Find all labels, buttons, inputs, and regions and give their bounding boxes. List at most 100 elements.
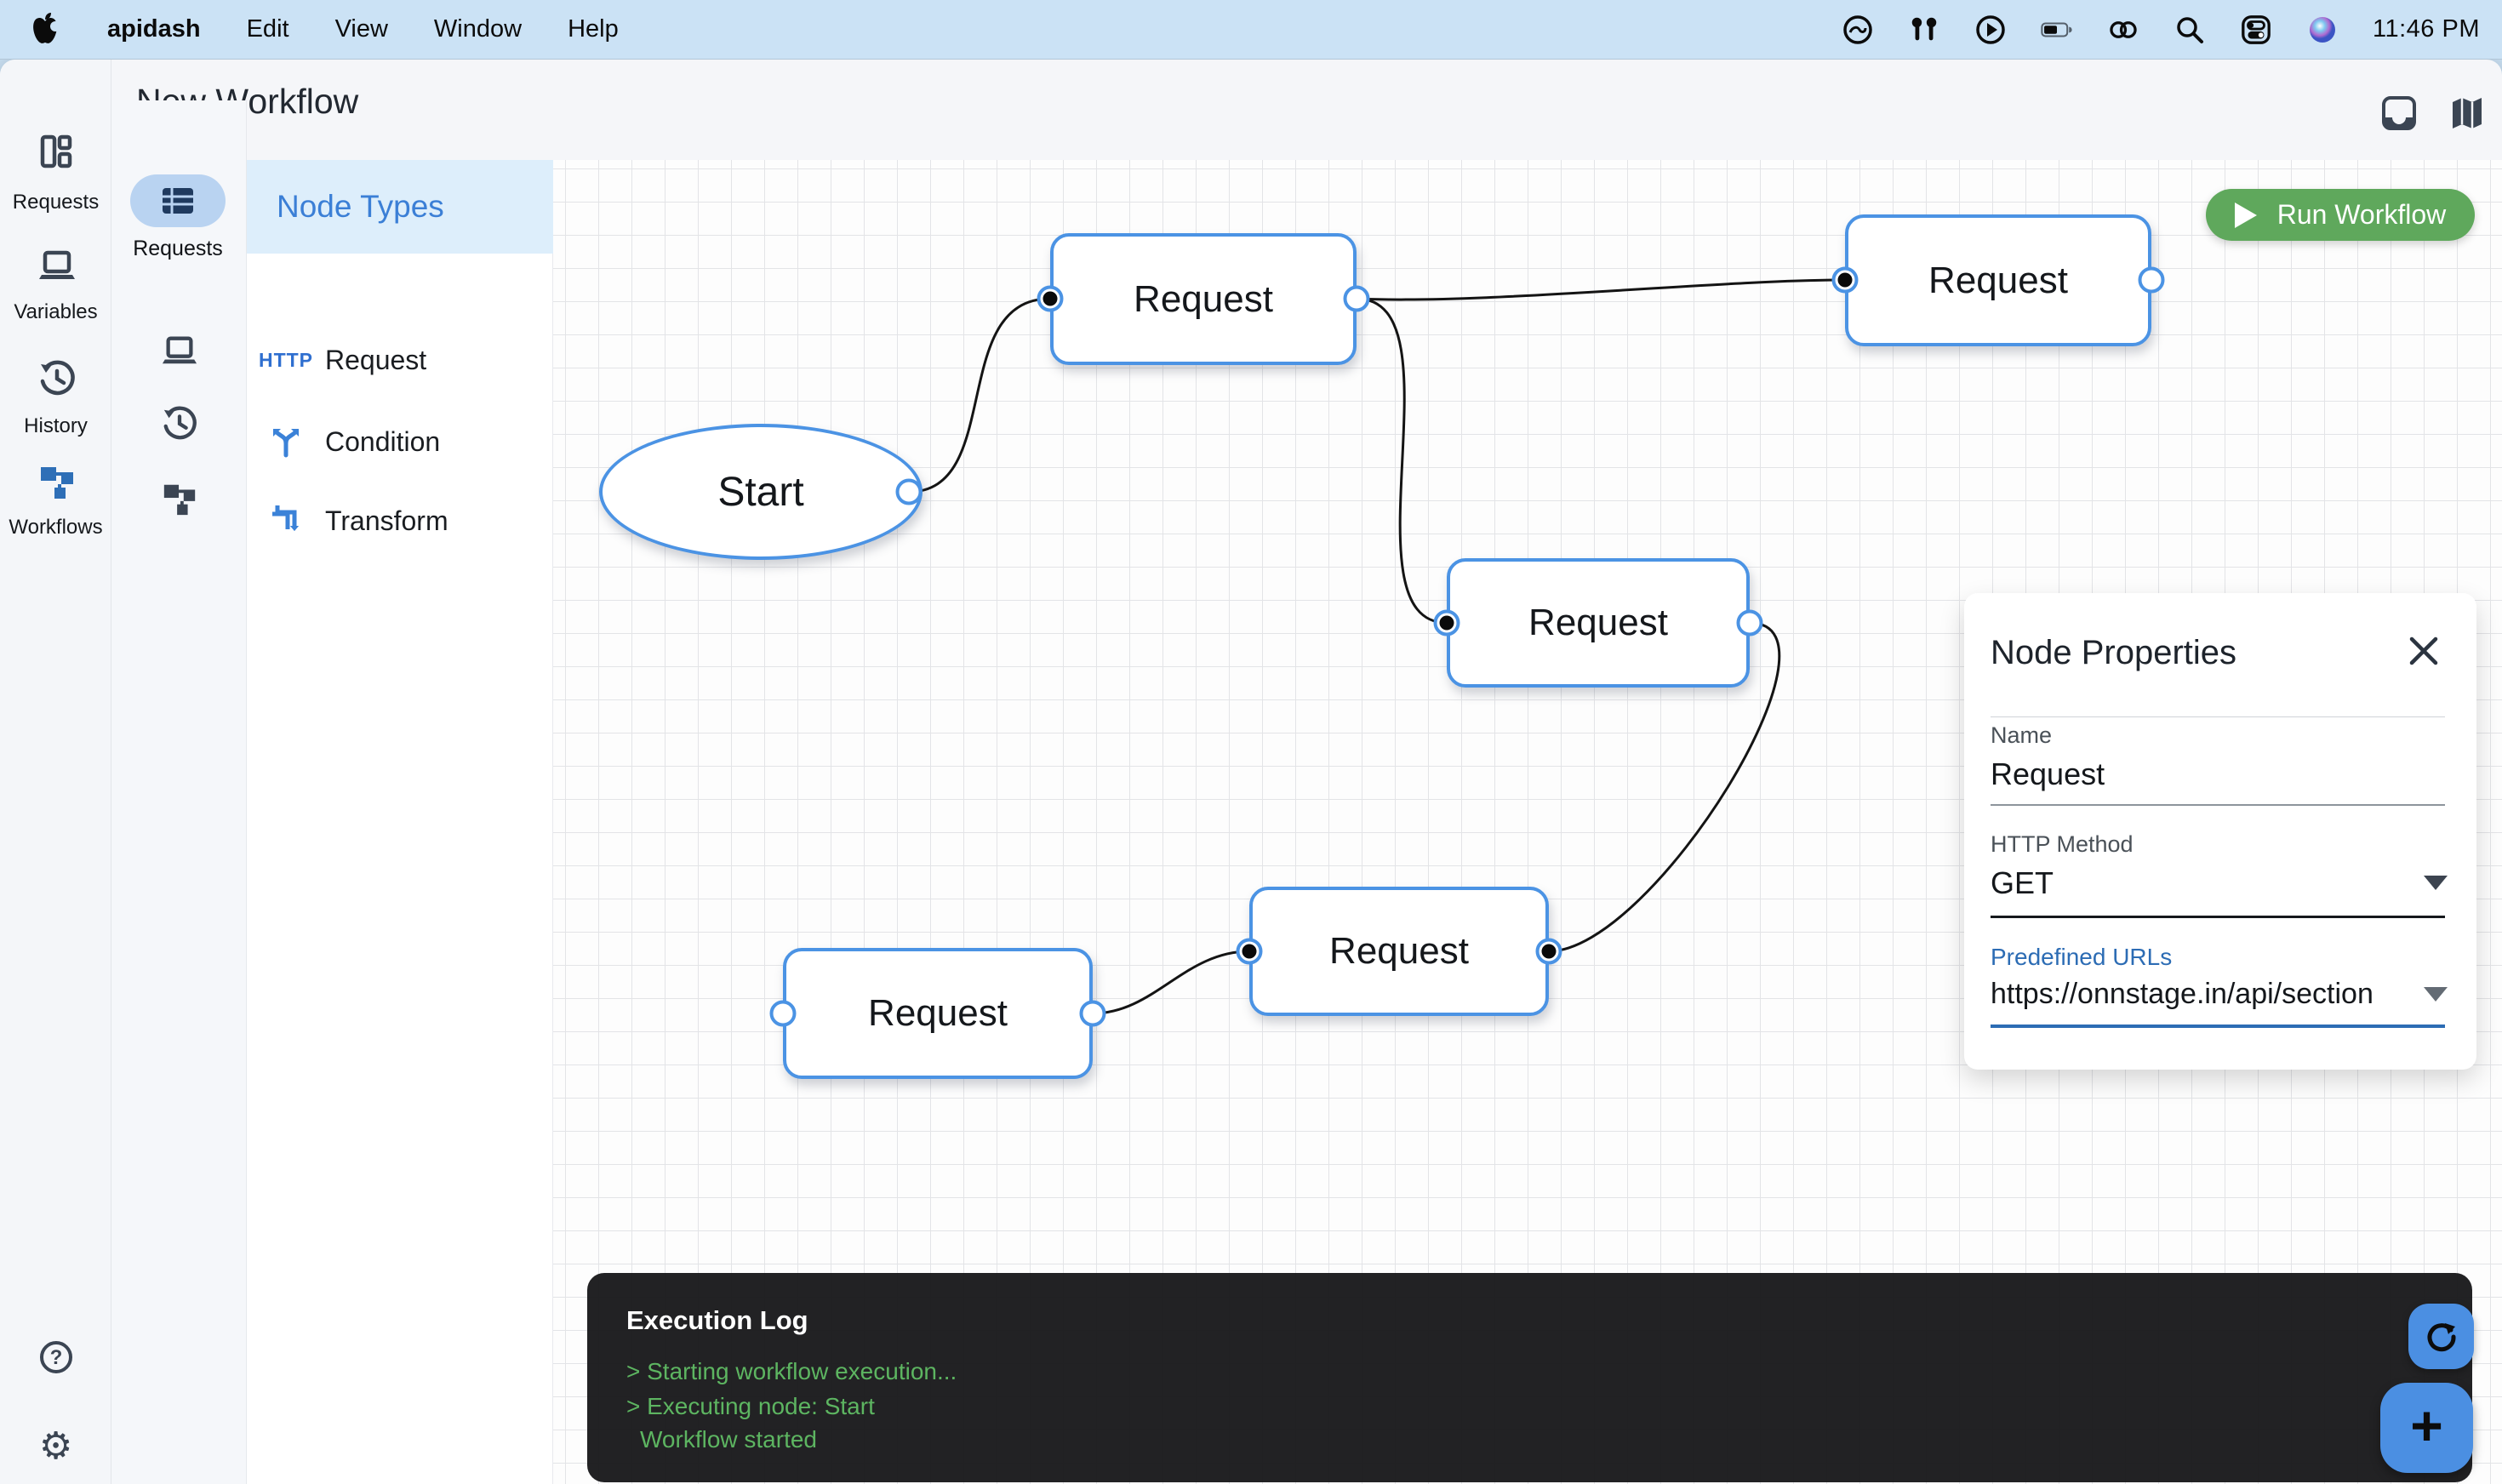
node-request-2[interactable]: Request xyxy=(1845,214,2151,346)
log-line: Workflow started xyxy=(640,1426,817,1453)
name-label: Name xyxy=(1991,722,2052,749)
sidebar-item-variables[interactable] xyxy=(0,247,111,288)
menu-edit[interactable]: Edit xyxy=(247,15,289,43)
field-underline xyxy=(1991,916,2445,918)
sidebar-label-workflows[interactable]: Workflows xyxy=(0,516,111,539)
node-types-header: Node Types xyxy=(247,160,553,254)
play-icon xyxy=(2235,203,2257,228)
add-node-button[interactable]: + xyxy=(2380,1383,2473,1473)
sidebar-item-workflows[interactable] xyxy=(0,462,111,504)
node-type-request[interactable]: HTTP Request xyxy=(247,330,553,390)
apple-icon[interactable] xyxy=(29,14,61,46)
chevron-down-icon[interactable] xyxy=(2424,987,2448,1002)
laptop-icon[interactable] xyxy=(161,333,198,367)
hotspot-icon[interactable] xyxy=(2107,14,2139,46)
node-label: Request xyxy=(868,992,1008,1035)
execution-log-title: Execution Log xyxy=(626,1305,808,1336)
port-request2-input[interactable] xyxy=(1832,267,1859,294)
edge-start-request1 xyxy=(909,299,1050,492)
node-type-condition[interactable]: Condition xyxy=(247,412,553,471)
settings-gear-icon: ⚙ xyxy=(37,1428,75,1465)
panel-title: Node Properties xyxy=(1991,634,2236,672)
laptop-icon xyxy=(37,247,75,284)
node-request-1[interactable]: Request xyxy=(1050,233,1357,365)
port-request3-output[interactable] xyxy=(1737,610,1763,636)
table-icon xyxy=(161,186,195,215)
sidebar-item-history[interactable] xyxy=(0,359,111,401)
map-icon[interactable] xyxy=(2449,95,2485,131)
port-request1-input[interactable] xyxy=(1037,286,1064,312)
http-method-label: HTTP Method xyxy=(1991,831,2134,858)
workflow-icon[interactable] xyxy=(161,480,198,514)
menu-help[interactable]: Help xyxy=(568,15,619,43)
svg-text:?: ? xyxy=(49,1346,62,1369)
run-workflow-button[interactable]: Run Workflow xyxy=(2206,189,2475,241)
node-start[interactable]: Start xyxy=(599,424,923,560)
port-request5-output[interactable] xyxy=(1080,1001,1106,1027)
predefined-urls-label: Predefined URLs xyxy=(1991,944,2172,971)
node-types-panel: Node Types HTTP Request Condition Transf… xyxy=(247,160,553,1484)
port-start-output[interactable] xyxy=(896,479,923,505)
close-icon[interactable] xyxy=(2407,634,2441,668)
creative-cloud-icon[interactable] xyxy=(1842,14,1874,46)
dashboard-icon xyxy=(37,133,75,170)
search-icon[interactable] xyxy=(2174,14,2206,46)
port-request1-output[interactable] xyxy=(1344,286,1370,312)
port-request5-input[interactable] xyxy=(770,1001,797,1027)
help-button[interactable]: ? xyxy=(0,1338,111,1380)
http-badge: HTTP xyxy=(247,349,325,372)
node-label: Request xyxy=(1329,930,1469,973)
sidebar-item-requests[interactable] xyxy=(0,133,111,174)
macos-menu-bar: apidash Edit View Window Help xyxy=(0,0,2502,60)
predefined-urls-select[interactable]: https://onnstage.in/api/section xyxy=(1991,978,2373,1011)
transform-icon xyxy=(247,504,325,538)
node-request-3[interactable]: Request xyxy=(1447,558,1750,688)
subnav-requests-label: Requests xyxy=(111,237,244,261)
port-request4-output[interactable] xyxy=(1536,939,1562,965)
settings-button[interactable]: ⚙ xyxy=(0,1428,111,1465)
name-field[interactable]: Request xyxy=(1991,756,2105,792)
sidebar-label-requests[interactable]: Requests xyxy=(0,191,111,214)
log-line: > Starting workflow execution... xyxy=(626,1358,957,1385)
field-underline xyxy=(1991,804,2445,806)
node-request-4[interactable]: Request xyxy=(1249,887,1549,1016)
menu-app-name[interactable]: apidash xyxy=(107,15,201,43)
edge-request1-request3 xyxy=(1357,299,1447,623)
port-request3-input[interactable] xyxy=(1434,610,1460,636)
edge-request1-request2 xyxy=(1357,280,1845,300)
http-method-select[interactable]: GET xyxy=(1991,865,2054,901)
play-circle-icon[interactable] xyxy=(1974,14,2007,46)
history-icon[interactable] xyxy=(161,405,198,439)
branch-icon xyxy=(247,425,325,459)
execution-log-panel: Execution Log > Starting workflow execut… xyxy=(587,1273,2472,1482)
chevron-down-icon[interactable] xyxy=(2424,876,2448,890)
node-request-5[interactable]: Request xyxy=(783,948,1093,1079)
save-tray-icon[interactable] xyxy=(2381,95,2417,131)
history-icon xyxy=(37,359,75,397)
plus-icon: + xyxy=(2410,1397,2443,1453)
subnav-requests-button[interactable] xyxy=(130,174,226,227)
node-type-transform[interactable]: Transform xyxy=(247,491,553,551)
sidebar-label-history[interactable]: History xyxy=(0,414,111,438)
clock-time: 11:46 PM xyxy=(2373,15,2480,43)
menu-view[interactable]: View xyxy=(335,15,388,43)
refresh-button[interactable] xyxy=(2408,1304,2474,1369)
control-center-icon[interactable] xyxy=(2240,14,2272,46)
refresh-icon xyxy=(2423,1318,2460,1356)
app-window: New Workflow Requests Variables History xyxy=(0,60,2502,1484)
port-request4-input[interactable] xyxy=(1237,939,1263,965)
workflow-icon xyxy=(37,462,75,499)
port-request2-output[interactable] xyxy=(2139,267,2165,294)
airpods-icon[interactable] xyxy=(1908,14,1940,46)
workflow-canvas[interactable]: Start Request Request Request Request Re… xyxy=(553,160,2502,1484)
divider xyxy=(1991,716,2445,717)
log-line: > Executing node: Start xyxy=(626,1393,875,1420)
menu-window[interactable]: Window xyxy=(434,15,522,43)
sidebar-label-variables[interactable]: Variables xyxy=(0,300,111,324)
node-label: Request xyxy=(1134,278,1273,321)
siri-icon[interactable] xyxy=(2306,14,2339,46)
node-types-title: Node Types xyxy=(277,189,444,225)
node-label: Request xyxy=(1528,602,1668,644)
battery-icon[interactable] xyxy=(2041,14,2073,46)
primary-sidebar: Requests Variables History Workflows ? ⚙ xyxy=(0,60,111,1484)
